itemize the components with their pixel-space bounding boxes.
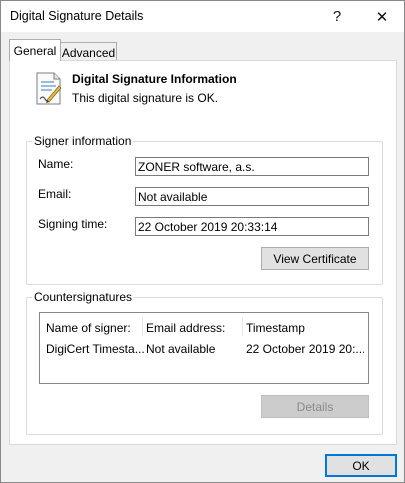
help-icon: ? xyxy=(332,8,342,25)
email-label: Email: xyxy=(38,187,72,201)
row-timestamp: 22 October 2019 20:... xyxy=(246,342,364,356)
name-field[interactable]: ZONER software, a.s. xyxy=(135,157,369,176)
signer-group-label: Signer information xyxy=(32,134,134,148)
column-header-name[interactable]: Name of signer: xyxy=(46,321,144,335)
row-signer-name: DigiCert Timesta... xyxy=(46,342,144,356)
certificate-document-icon xyxy=(36,72,62,105)
signature-status-text: This digital signature is OK. xyxy=(72,91,219,105)
countersignatures-group-label: Countersignatures xyxy=(32,290,135,304)
column-separator xyxy=(242,318,243,336)
countersignatures-list[interactable]: Name of signer: Email address: Timestamp… xyxy=(39,312,369,384)
ok-button[interactable]: OK xyxy=(325,454,397,477)
dialog-window: Digital Signature Details ? ✕ General Ad… xyxy=(0,0,405,483)
help-button[interactable]: ? xyxy=(315,1,359,32)
countersignatures-group: Countersignatures Name of signer: Email … xyxy=(26,290,383,435)
name-label: Name: xyxy=(38,157,74,171)
email-field[interactable]: Not available xyxy=(135,187,369,206)
title-bar: Digital Signature Details ? ✕ xyxy=(1,1,404,32)
signature-info-title: Digital Signature Information xyxy=(72,72,237,86)
signer-information-group: Signer information Name: ZONER software,… xyxy=(26,134,383,285)
view-certificate-button[interactable]: View Certificate xyxy=(261,247,369,270)
signing-time-label: Signing time: xyxy=(38,217,108,231)
column-header-timestamp[interactable]: Timestamp xyxy=(246,321,364,335)
column-separator xyxy=(142,318,143,336)
window-title: Digital Signature Details xyxy=(10,9,144,23)
general-tab-panel: Digital Signature Information This digit… xyxy=(9,60,397,445)
tab-advanced[interactable]: Advanced xyxy=(61,42,117,62)
signing-time-field[interactable]: 22 October 2019 20:33:14 xyxy=(135,217,369,236)
row-email: Not available xyxy=(146,342,216,356)
close-button[interactable]: ✕ xyxy=(360,1,404,32)
tab-general[interactable]: General xyxy=(9,39,61,61)
close-icon: ✕ xyxy=(375,8,389,26)
details-button[interactable]: Details xyxy=(261,395,369,418)
column-header-email[interactable]: Email address: xyxy=(146,321,244,335)
